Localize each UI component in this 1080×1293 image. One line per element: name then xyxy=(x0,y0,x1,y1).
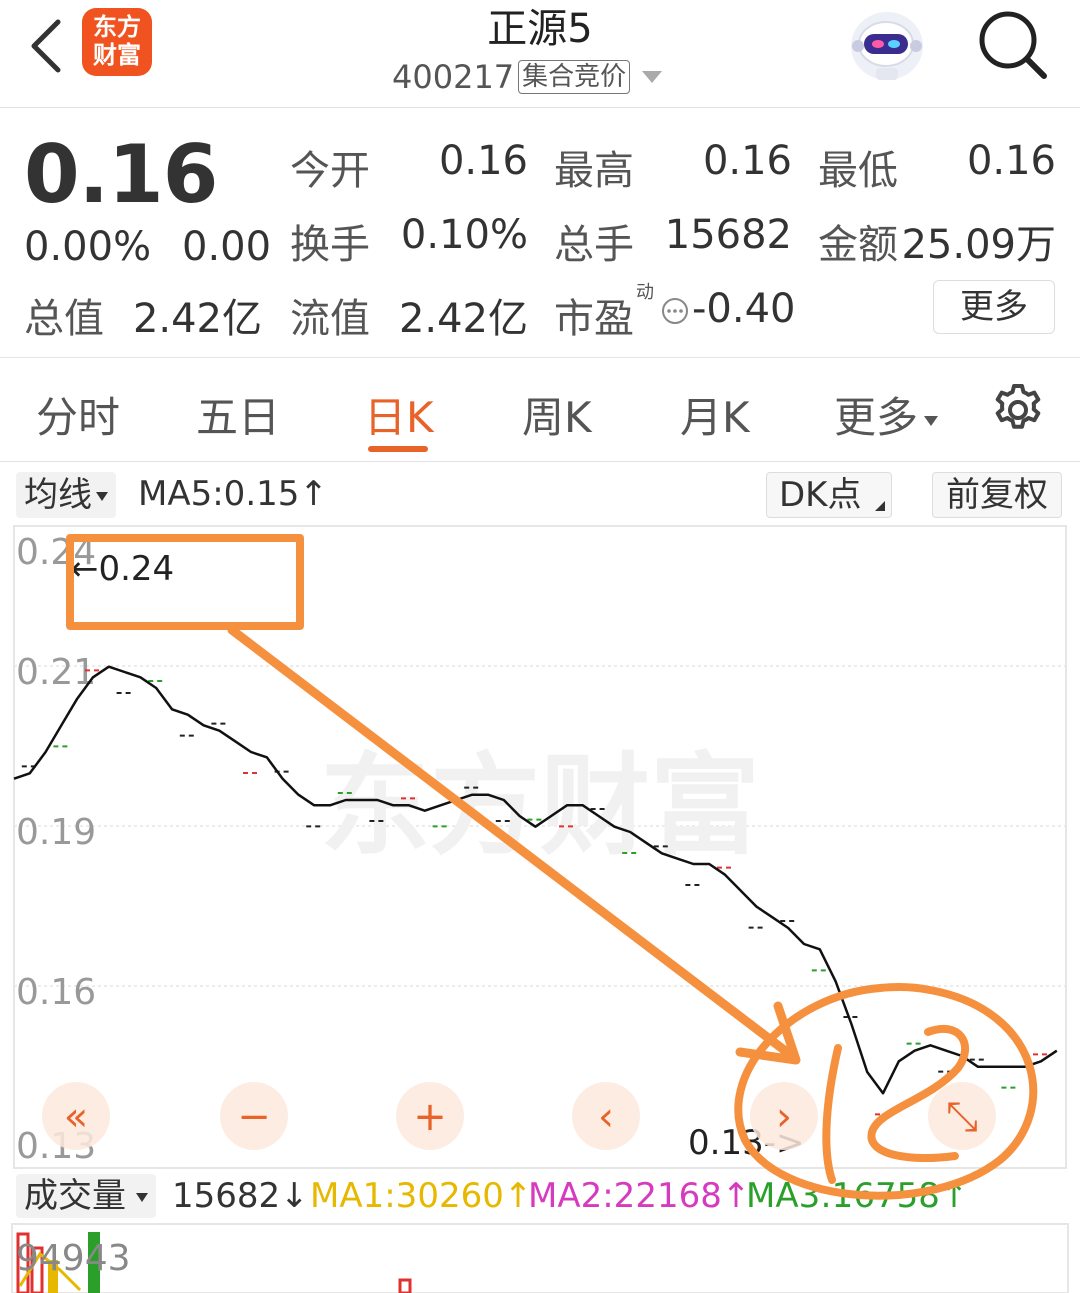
market-cap-label: 总值 xyxy=(24,296,104,342)
top-bar: 东方 财富 正源5 400217 集合竞价 xyxy=(0,0,1080,108)
y-tick-label: 0.21 xyxy=(16,652,96,693)
tab-five-day[interactable]: 五日 xyxy=(196,384,280,445)
period-tabs: 分时 五日 日K 周K 月K 更多 xyxy=(0,358,1080,462)
volume-max-label: 94943 xyxy=(16,1238,131,1279)
more-quote-button[interactable]: 更多 xyxy=(933,280,1055,334)
chart-control-icon: − xyxy=(237,1094,271,1140)
y-axis-ticks: 0.240.210.190.160.13 xyxy=(16,532,96,1167)
turnover-value: 0.10% xyxy=(400,212,528,258)
chart-control-icon: ‹ xyxy=(598,1094,614,1140)
volume-ma1: MA1:30260↑ xyxy=(310,1176,533,1216)
chart-controls: « − + ‹ › ⤡ xyxy=(42,1082,996,1150)
stock-code: 400217 xyxy=(392,58,515,96)
chart-control-button[interactable]: « xyxy=(42,1082,110,1150)
caret-down-icon xyxy=(924,415,939,426)
last-price: 0.16 xyxy=(24,128,218,221)
market-status-badge: 集合竞价 xyxy=(518,60,631,94)
chart-control-button[interactable]: ⤡ xyxy=(928,1082,996,1150)
volume-indicator-selector[interactable]: 成交量 xyxy=(16,1174,156,1218)
ma-dash-marks xyxy=(21,669,1047,1116)
caret-down-icon xyxy=(96,492,108,501)
volume-label: 总手 xyxy=(554,222,634,268)
pe-value: -0.40 xyxy=(692,286,796,332)
volume-value: 15682 xyxy=(664,212,792,258)
indicator-bar: 均线 MA5:0.15↑ DK点 前复权 xyxy=(0,462,1080,524)
open-label: 今开 xyxy=(290,148,370,194)
open-value: 0.16 xyxy=(438,138,528,184)
active-tab-indicator xyxy=(368,446,428,452)
stock-code-row[interactable]: 400217 集合竞价 xyxy=(392,56,663,96)
price-line xyxy=(13,665,1058,1095)
dropdown-arrow-icon xyxy=(642,71,663,83)
kline-chart[interactable]: 东方财富 0.24 0.21 0.19 0.16 0.13 ←0.24 0.13-> «… xyxy=(0,524,1080,1170)
high-price-annotation: ←0.24 xyxy=(70,549,174,589)
chart-control-icon: ⤡ xyxy=(946,1094,978,1140)
kline-chart-svg[interactable]: 东方财富 0.240.210.190.160.13 ←0.24 0.13-> «… xyxy=(0,524,1080,1170)
chart-control-button[interactable]: − xyxy=(220,1082,288,1150)
high-value: 0.16 xyxy=(702,138,792,184)
ma-selector[interactable]: 均线 xyxy=(16,472,116,518)
pe-label: 市盈 xyxy=(554,296,634,342)
ma5-value: MA5:0.15↑ xyxy=(138,474,328,514)
tab-monthly-k[interactable]: 月K xyxy=(680,384,750,445)
chart-control-button[interactable]: + xyxy=(396,1082,464,1150)
chart-control-button[interactable]: ‹ xyxy=(572,1082,640,1150)
float-cap-value: 2.42亿 xyxy=(398,296,528,342)
volume-indicator-label: 成交量 xyxy=(24,1176,126,1216)
low-value: 0.16 xyxy=(966,138,1056,184)
change-amount: 0.00 xyxy=(182,224,272,270)
chart-control-icon: + xyxy=(413,1094,447,1140)
tab-intraday[interactable]: 分时 xyxy=(36,384,120,445)
volume-ma2: MA2:22168↑ xyxy=(528,1176,751,1216)
watermark-text: 东方财富 xyxy=(320,742,760,870)
volume-chart[interactable] xyxy=(0,1220,1080,1293)
caret-down-icon xyxy=(136,1193,148,1202)
high-label: 最高 xyxy=(554,148,634,194)
dk-point-label: DK点 xyxy=(779,475,862,515)
float-cap-label: 流值 xyxy=(290,296,370,342)
tab-weekly-k[interactable]: 周K xyxy=(522,384,592,445)
y-tick-label: 0.19 xyxy=(16,812,96,853)
price-series xyxy=(13,665,1058,1095)
market-cap-value: 2.42亿 xyxy=(132,296,262,342)
chart-control-button[interactable]: › xyxy=(750,1082,818,1150)
pe-dynamic-mark: 动 xyxy=(636,282,654,303)
low-label: 最低 xyxy=(818,148,898,194)
info-dots-icon[interactable] xyxy=(660,296,690,326)
quote-panel: 0.16 0.00% 0.00 今开 0.16 最高 0.16 最低 0.16 … xyxy=(0,108,1080,358)
ma-selector-label: 均线 xyxy=(24,475,92,515)
settings-gear-icon[interactable] xyxy=(990,382,1046,438)
chart-control-icon: › xyxy=(776,1094,792,1140)
tab-more[interactable]: 更多 xyxy=(834,384,939,445)
amount-label: 金额 xyxy=(818,222,898,268)
change-percent: 0.00% xyxy=(24,224,152,270)
tab-more-label: 更多 xyxy=(834,393,919,442)
volume-bar xyxy=(398,1278,412,1293)
robot-assistant-icon[interactable] xyxy=(846,6,928,86)
volume-chart-frame xyxy=(11,1223,1069,1293)
search-icon[interactable] xyxy=(972,4,1052,84)
tab-daily-k[interactable]: 日K xyxy=(364,384,434,445)
y-tick-label: 0.16 xyxy=(16,972,96,1013)
chart-control-icon: « xyxy=(64,1094,88,1140)
dk-point-button[interactable]: DK点 xyxy=(766,472,892,518)
volume-ma3: MA3:16758↑ xyxy=(746,1176,969,1216)
forward-adjust-button[interactable]: 前复权 xyxy=(932,472,1062,518)
volume-value: 15682↓ xyxy=(172,1176,309,1216)
corner-triangle-icon xyxy=(875,501,885,511)
turnover-label: 换手 xyxy=(290,222,370,268)
amount-value: 25.09万 xyxy=(901,222,1056,268)
volume-header: 成交量 15682↓ MA1:30260↑ MA2:22168↑ MA3:167… xyxy=(0,1170,1080,1220)
